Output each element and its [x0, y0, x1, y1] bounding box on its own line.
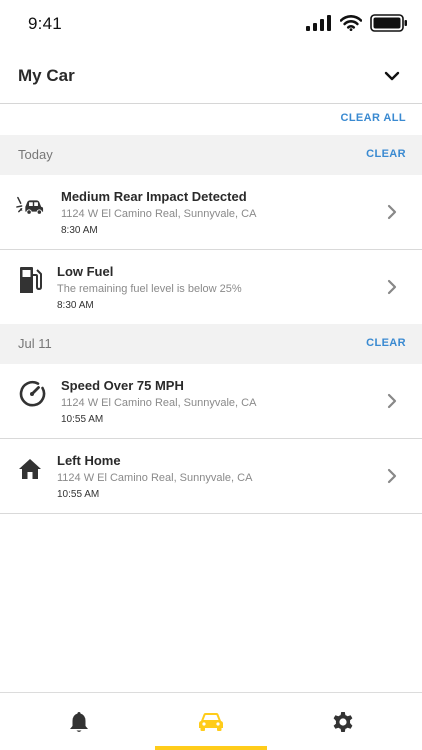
chevron-down-icon[interactable]: [382, 66, 402, 86]
list-item[interactable]: Speed Over 75 MPH 1124 W El Camino Real,…: [0, 364, 422, 439]
item-title: Speed Over 75 MPH: [61, 378, 184, 393]
clear-section-button[interactable]: CLEAR: [366, 337, 406, 349]
chevron-right-icon: [387, 204, 397, 220]
gear-icon: [333, 712, 353, 732]
list-item[interactable]: Left Home 1124 W El Camino Real, Sunnyva…: [0, 439, 422, 514]
chevron-right-icon: [387, 279, 397, 295]
item-subtitle: 1124 W El Camino Real, Sunnyvale, CA: [57, 472, 253, 484]
status-bar: 9:41: [0, 0, 422, 48]
rear-impact-icon: [16, 192, 44, 220]
fuel-pump-icon: [16, 266, 44, 294]
item-subtitle: 1124 W El Camino Real, Sunnyvale, CA: [61, 397, 257, 409]
item-time: 10:55 AM: [57, 489, 100, 500]
section-label: Today: [18, 147, 53, 162]
tab-car[interactable]: [155, 693, 267, 750]
list-item[interactable]: Low Fuel The remaining fuel level is bel…: [0, 250, 422, 325]
clear-all-button[interactable]: CLEAR ALL: [340, 112, 406, 124]
item-subtitle: The remaining fuel level is below 25%: [57, 283, 242, 295]
tab-settings[interactable]: [288, 693, 398, 750]
wifi-icon: [340, 15, 362, 31]
item-title: Low Fuel: [57, 264, 114, 279]
chevron-right-icon: [387, 393, 397, 409]
bell-icon: [70, 712, 88, 732]
status-icons: [306, 14, 408, 32]
active-tab-indicator: [155, 746, 267, 750]
home-icon: [16, 455, 44, 483]
item-time: 8:30 AM: [61, 225, 98, 236]
item-subtitle: 1124 W El Camino Real, Sunnyvale, CA: [61, 208, 257, 220]
cellular-signal-icon: [306, 15, 331, 31]
item-time: 8:30 AM: [57, 300, 94, 311]
section-header-jul-11: Jul 11 CLEAR: [0, 324, 422, 364]
clear-section-button[interactable]: CLEAR: [366, 148, 406, 160]
battery-icon: [370, 14, 407, 32]
item-title: Medium Rear Impact Detected: [61, 189, 247, 204]
status-time: 9:41: [28, 14, 62, 33]
clear-all-row: CLEAR ALL: [0, 104, 422, 135]
section-header-today: Today CLEAR: [0, 135, 422, 175]
tab-notifications[interactable]: [24, 693, 134, 750]
item-time: 10:55 AM: [61, 414, 104, 425]
header: My Car: [0, 48, 422, 104]
bottom-tab-bar: [0, 692, 422, 750]
chevron-right-icon: [387, 468, 397, 484]
section-label: Jul 11: [18, 336, 52, 351]
page-title: My Car: [18, 66, 75, 85]
list-item[interactable]: Medium Rear Impact Detected 1124 W El Ca…: [0, 175, 422, 250]
item-title: Left Home: [57, 453, 121, 468]
speedometer-icon: [18, 380, 46, 408]
car-icon: [199, 713, 223, 731]
